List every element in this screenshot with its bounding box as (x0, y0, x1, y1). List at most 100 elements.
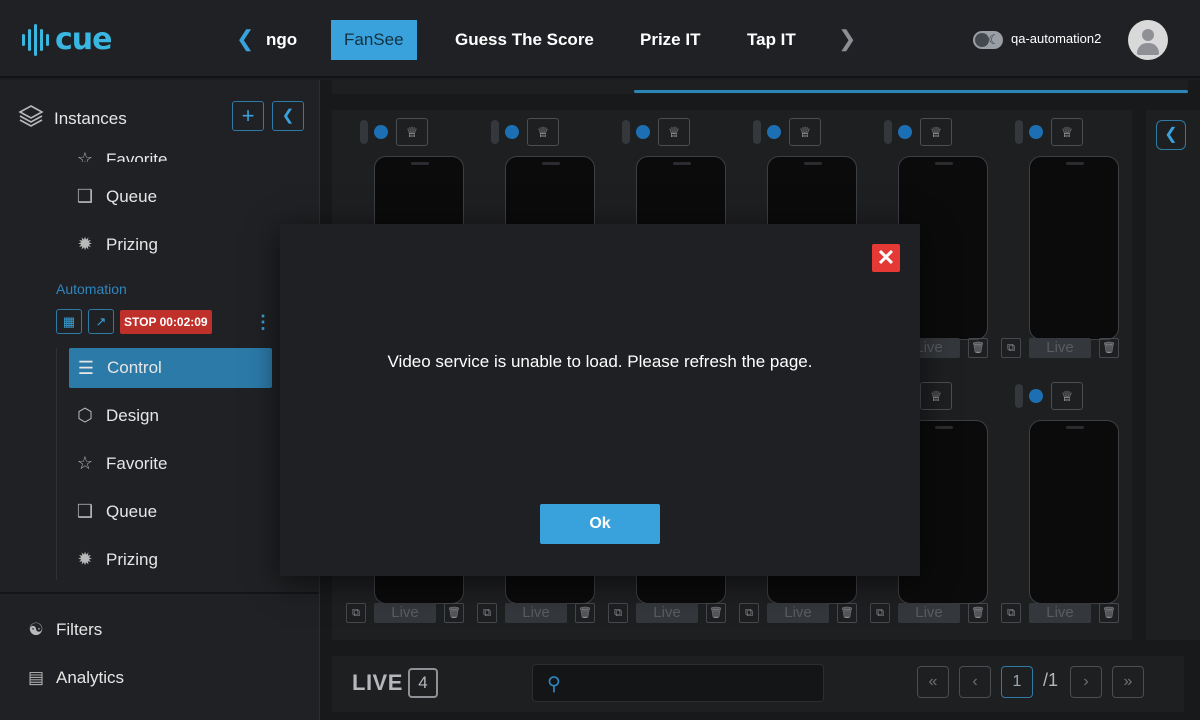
sidebar-item-favorite[interactable]: ☆ Favorite (74, 453, 168, 474)
live-button[interactable]: Live (505, 603, 567, 623)
logo-waveform-icon (22, 23, 49, 57)
copy-icon[interactable]: ⧉ (346, 603, 366, 623)
sidebar-item-label: Design (106, 405, 159, 425)
instance-toggle[interactable] (1015, 384, 1023, 408)
live-button[interactable]: Live (898, 603, 960, 623)
sidebar-item-label: Queue (106, 501, 158, 521)
sidebar-item-queue[interactable]: ❑ Queue (74, 501, 157, 522)
user-avatar-icon[interactable] (1128, 20, 1168, 60)
sidebar-item-queue-upper[interactable]: ❑ Queue (74, 186, 157, 207)
tab-prize-it[interactable]: Prize IT (640, 20, 700, 60)
sidebar-item-filters[interactable]: ☯ Filters (26, 620, 102, 640)
trash-icon[interactable]: 🗑 (575, 603, 595, 623)
add-instance-button[interactable]: + (232, 101, 264, 131)
sidebar-item-design[interactable]: ⬡ Design (74, 405, 159, 426)
status-dot-icon (505, 125, 519, 139)
sidebar-footer-label: Analytics (56, 668, 125, 687)
queue-icon: ❑ (76, 501, 94, 521)
trash-icon[interactable]: 🗑 (837, 603, 857, 623)
current-page[interactable]: 1 (1001, 666, 1033, 698)
trophy-icon[interactable]: ♕ (920, 118, 952, 146)
stop-automation-button[interactable]: STOP 00:02:09 (120, 310, 212, 334)
tab-tap-it[interactable]: Tap IT (747, 20, 796, 60)
status-dot-icon (898, 125, 912, 139)
next-page-button[interactable]: › (1070, 666, 1102, 698)
trophy-icon[interactable]: ♕ (527, 118, 559, 146)
trophy-icon[interactable]: ♕ (658, 118, 690, 146)
expand-right-panel-button[interactable]: ❮ (1156, 120, 1186, 150)
trophy-icon[interactable]: ♕ (920, 382, 952, 410)
nav-next-button[interactable]: ❯ (838, 27, 856, 51)
error-modal: ✕ Video service is unable to load. Pleas… (280, 224, 920, 576)
live-button[interactable]: Live (1029, 338, 1091, 358)
nav-prev-button[interactable]: ❮ (236, 27, 254, 51)
sidebar-item-prizing[interactable]: ✹ Prizing (74, 549, 158, 570)
live-button[interactable]: Live (374, 603, 436, 623)
modal-message: Video service is unable to load. Please … (387, 352, 813, 371)
search-input[interactable] (577, 671, 817, 695)
bottom-bar: LIVE 4 ⚲ « ‹ 1 /1 › » (332, 656, 1184, 712)
trash-icon[interactable]: 🗑 (1099, 603, 1119, 623)
sidebar-item-prizing-upper[interactable]: ✹ Prizing (74, 234, 158, 255)
trash-icon[interactable]: 🗑 (444, 603, 464, 623)
copy-icon[interactable]: ⧉ (739, 603, 759, 623)
instance-toggle[interactable] (753, 120, 761, 144)
total-pages: /1 (1043, 670, 1059, 690)
theme-toggle[interactable]: ☾ (973, 31, 1003, 49)
phone-preview[interactable] (1029, 156, 1119, 340)
trash-icon[interactable]: 🗑 (706, 603, 726, 623)
sidebar-item-control[interactable]: ☰ Control (69, 348, 272, 388)
tab-bingo[interactable]: ngo (266, 20, 297, 60)
ok-button[interactable]: Ok (540, 504, 660, 544)
logo[interactable]: cue (22, 22, 112, 57)
tab-guess-the-score[interactable]: Guess The Score (455, 20, 594, 60)
tree-line (56, 348, 57, 580)
instance-toggle[interactable] (622, 120, 630, 144)
qr-code-button[interactable]: ▦ (56, 309, 82, 334)
loading-progress-bar (634, 90, 1188, 93)
last-page-button[interactable]: » (1112, 666, 1144, 698)
sidebar-item-label: Control (107, 358, 162, 377)
sidebar-item-favorite-upper[interactable]: ☆ Favorite (74, 138, 168, 162)
toggle-knob (975, 33, 989, 47)
instance-toggle[interactable] (491, 120, 499, 144)
trash-icon[interactable]: 🗑 (1099, 338, 1119, 358)
copy-icon[interactable]: ⧉ (1001, 603, 1021, 623)
trophy-icon[interactable]: ♕ (1051, 382, 1083, 410)
sidebar-item-label: Favorite (106, 150, 168, 162)
instance-toggle[interactable] (884, 120, 892, 144)
tab-fansee[interactable]: FanSee (331, 20, 417, 60)
top-bar: cue ❮ ngo FanSee Guess The Score Prize I… (0, 0, 1200, 78)
username: qa-automation2 (1011, 31, 1102, 46)
filters-icon: ☯ (28, 620, 44, 639)
trophy-icon[interactable]: ♕ (396, 118, 428, 146)
sidebar-footer-label: Filters (56, 620, 103, 639)
live-button[interactable]: Live (767, 603, 829, 623)
sidebar: Instances + ❮ ☆ Favorite ❑ Queue ✹ Prizi… (0, 80, 320, 720)
trophy-icon[interactable]: ♕ (1051, 118, 1083, 146)
copy-icon[interactable]: ⧉ (870, 603, 890, 623)
instances-label: Instances (54, 108, 127, 128)
prev-page-button[interactable]: ‹ (959, 666, 991, 698)
copy-icon[interactable]: ⧉ (608, 603, 628, 623)
instance-toggle[interactable] (360, 120, 368, 144)
collapse-sidebar-button[interactable]: ❮ (272, 101, 304, 131)
live-button[interactable]: Live (1029, 603, 1091, 623)
external-link-button[interactable]: ↗ (88, 309, 114, 334)
live-button[interactable]: Live (636, 603, 698, 623)
phone-preview[interactable] (1029, 420, 1119, 604)
sidebar-item-analytics[interactable]: ▤ Analytics (26, 668, 124, 688)
sliders-icon: ☰ (77, 357, 95, 378)
first-page-button[interactable]: « (917, 666, 949, 698)
instance-toggle[interactable] (1015, 120, 1023, 144)
layers-icon (18, 104, 44, 133)
right-panel (1146, 110, 1200, 640)
automation-label: Automation (56, 281, 127, 297)
copy-icon[interactable]: ⧉ (477, 603, 497, 623)
trophy-icon[interactable]: ♕ (789, 118, 821, 146)
trash-icon[interactable]: 🗑 (968, 338, 988, 358)
trash-icon[interactable]: 🗑 (968, 603, 988, 623)
more-options-icon[interactable]: ⋮ (254, 312, 272, 333)
close-modal-button[interactable]: ✕ (872, 244, 900, 272)
copy-icon[interactable]: ⧉ (1001, 338, 1021, 358)
